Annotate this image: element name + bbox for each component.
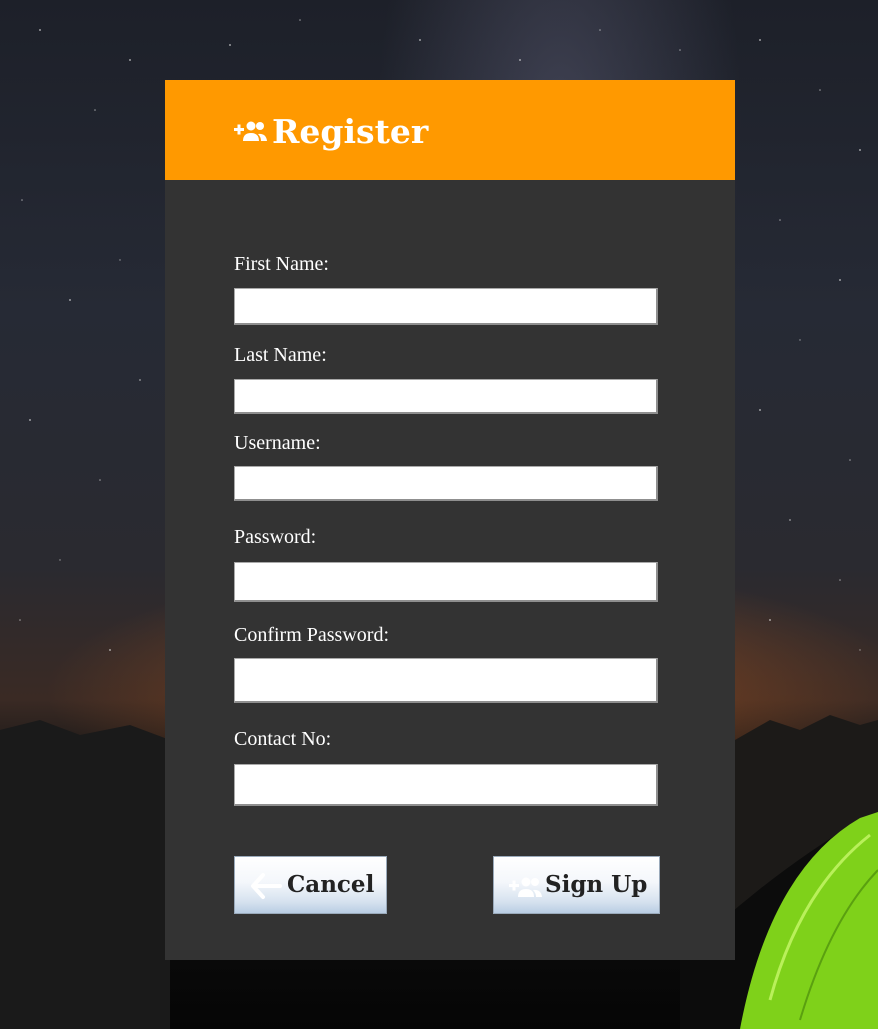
contact-no-label: Contact No:	[234, 728, 332, 750]
add-user-icon	[234, 121, 267, 141]
contact-no-input[interactable]	[234, 764, 658, 806]
confirm-password-label: Confirm Password:	[234, 624, 389, 646]
arrow-left-icon	[251, 873, 282, 899]
add-user-icon	[509, 877, 542, 897]
password-label: Password:	[234, 526, 317, 548]
cancel-button[interactable]: Cancel	[234, 856, 387, 914]
first-name-label: First Name:	[234, 253, 329, 275]
username-label: Username:	[234, 432, 321, 454]
register-panel: Register First Name: Last Name: Username…	[165, 80, 735, 960]
first-name-input[interactable]	[234, 288, 658, 325]
page-title: Register	[272, 112, 429, 151]
sign-up-button[interactable]: Sign Up	[493, 856, 660, 914]
confirm-password-input[interactable]	[234, 658, 658, 703]
password-input[interactable]	[234, 562, 658, 602]
username-input[interactable]	[234, 466, 658, 501]
cancel-button-label: Cancel	[287, 871, 375, 898]
last-name-label: Last Name:	[234, 344, 327, 366]
last-name-input[interactable]	[234, 379, 658, 414]
sign-up-button-label: Sign Up	[545, 871, 648, 898]
panel-header: Register	[165, 80, 735, 180]
